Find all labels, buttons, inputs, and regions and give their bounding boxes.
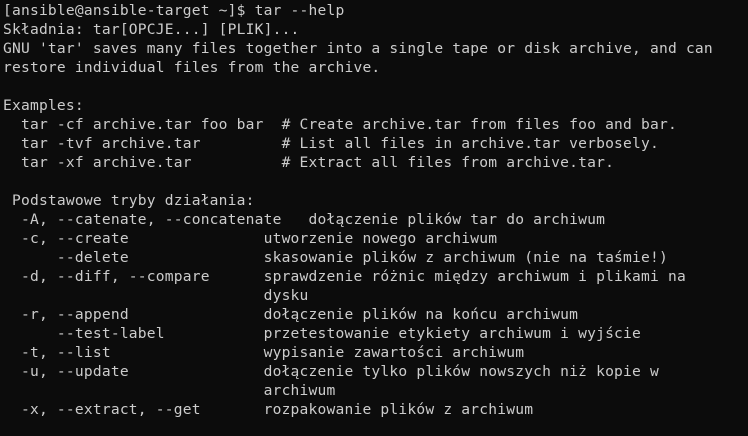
output-line: tar -tvf archive.tar # List all files in…	[3, 135, 659, 152]
terminal-output[interactable]: [ansible@ansible-target ~]$ tar --help Sk…	[3, 1, 748, 436]
output-line: Podstawowe tryby działania:	[3, 192, 255, 209]
output-line: --delete skasowanie plików z archiwum (n…	[3, 249, 668, 266]
output-line: Examples:	[3, 97, 84, 114]
output-line: tar -xf archive.tar # Extract all files …	[3, 154, 615, 171]
output-line: archiwum	[3, 382, 336, 399]
output-line: dysku	[3, 287, 309, 304]
output-line: --test-label przetestowanie etykiety arc…	[3, 325, 642, 342]
output-line: -A, --catenate, --concatenate dołączenie…	[3, 211, 606, 228]
output-line: -r, --append dołączenie plików na końcu …	[3, 306, 579, 323]
output-line: -t, --list wypisanie zawartości archiwum	[3, 344, 525, 361]
output-line: Składnia: tar[OPCJE...] [PLIK]...	[3, 21, 300, 38]
output-line: tar -cf archive.tar foo bar # Create arc…	[3, 116, 677, 133]
command-prompt-line: [ansible@ansible-target ~]$ tar --help	[3, 2, 345, 19]
output-line: GNU 'tar' saves many files together into…	[3, 40, 713, 57]
output-line: -c, --create utworzenie nowego archiwum	[3, 230, 498, 247]
output-line: -u, --update dołączenie tylko plików now…	[3, 363, 659, 380]
output-line: restore individual files from the archiv…	[3, 59, 381, 76]
output-line: -d, --diff, --compare sprawdzenie różnic…	[3, 268, 686, 285]
output-line: -x, --extract, --get rozpakowanie plików…	[3, 401, 534, 418]
